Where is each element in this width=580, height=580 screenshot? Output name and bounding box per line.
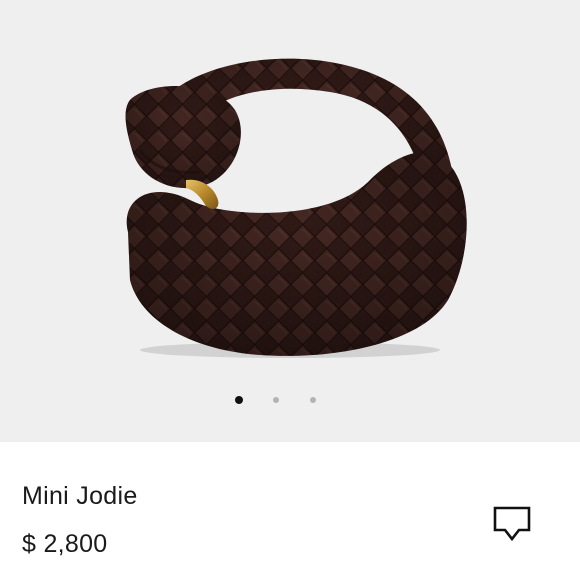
product-price: $ 2,800 xyxy=(22,530,108,558)
carousel-dot-2[interactable] xyxy=(273,397,279,403)
carousel-indicator xyxy=(0,392,580,408)
image-gallery[interactable] xyxy=(0,0,580,442)
product-info: Mini Jodie $ 2,800 xyxy=(0,442,580,580)
carousel-dot-1[interactable] xyxy=(235,396,243,404)
handbag-image xyxy=(125,58,467,358)
comment-icon xyxy=(493,506,531,542)
product-screen: Mini Jodie $ 2,800 xyxy=(0,0,580,580)
product-name: Mini Jodie xyxy=(22,482,138,510)
comment-button[interactable] xyxy=(492,504,534,544)
carousel-dot-3[interactable] xyxy=(310,397,316,403)
